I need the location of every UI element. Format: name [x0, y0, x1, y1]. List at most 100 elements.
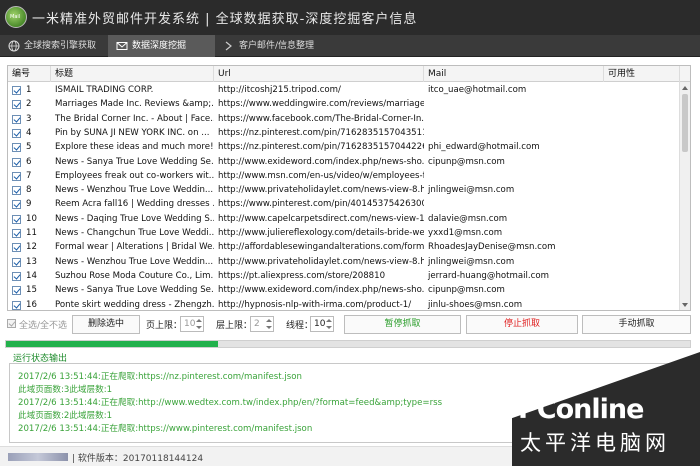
cell-title: Explore these ideas and much more!... [55, 142, 214, 153]
cell-url: http://www.capelcarpetsdirect.com/news-v… [218, 213, 424, 224]
row-checkbox[interactable] [12, 214, 21, 224]
row-checkbox[interactable] [12, 200, 21, 210]
table-row[interactable]: 5 Explore these ideas and much more!... ht… [8, 140, 680, 154]
cell-url: https://www.facebook.com/The-Bridal-Corn… [218, 113, 424, 124]
cell-mail: dalavie@msn.com [428, 213, 508, 224]
layer-limit-spinner[interactable]: 2 [250, 316, 274, 332]
pause-crawl-button[interactable]: 暂停抓取 [344, 315, 461, 334]
table-row[interactable]: 6 News - Sanya True Love Wedding Se... htt… [8, 155, 680, 169]
cell-mail [424, 97, 604, 111]
table-row[interactable]: 15 News - Sanya True Love Wedding Se... ht… [8, 283, 680, 297]
cell-id: 11 [26, 228, 37, 238]
row-checkbox[interactable] [12, 243, 21, 253]
cell-id: 6 [26, 156, 32, 167]
cell-avail [604, 140, 680, 154]
tab-label: 全球搜索引擎获取 [24, 41, 97, 51]
table-row[interactable]: 4 Pin by SUNA JI NEW YORK INC. on ... http… [8, 126, 680, 140]
scroll-down-icon[interactable] [682, 303, 688, 307]
cell-avail [604, 298, 680, 311]
spinner-arrows-icon[interactable] [266, 318, 272, 330]
cell-mail: jinlu-shoes@msn.com [428, 299, 523, 310]
chevron-right-icon [225, 41, 232, 51]
tab-label: 数据深度挖掘 [132, 41, 187, 51]
tab-deep-mining[interactable]: 数据深度挖掘 [108, 35, 215, 57]
cell-mail: yxxd1@msn.com [428, 228, 503, 238]
cell-url: http://www.exideword.com/index.php/news-… [218, 156, 424, 167]
table-scrollbar[interactable] [679, 82, 690, 310]
table-row[interactable]: 3 The Bridal Corner Inc. - About | Face..… [8, 112, 680, 126]
delete-selected-button[interactable]: 删除选中 [72, 315, 140, 334]
cell-mail: jerrard-huang@hotmail.com [428, 270, 550, 281]
table-row[interactable]: 11 News - Changchun True Love Weddi... htt… [8, 226, 680, 240]
table-row[interactable]: 8 News - Wenzhou True Love Weddin... http:… [8, 183, 680, 197]
manual-crawl-button[interactable]: 手动抓取 [582, 315, 691, 334]
layer-limit-label: 层上限： [216, 321, 253, 331]
table-row[interactable]: 12 Formal wear | Alterations | Bridal We.… [8, 240, 680, 254]
table-row[interactable]: 14 Suzhou Rose Moda Couture Co., Lim... ht… [8, 269, 680, 283]
cell-id: 10 [26, 213, 37, 224]
row-checkbox[interactable] [12, 86, 21, 95]
crawl-progress-bar [5, 340, 691, 348]
cell-mail [424, 197, 604, 211]
page-limit-spinner[interactable]: 10 [180, 316, 204, 332]
cell-avail [604, 112, 680, 126]
table-row[interactable]: 10 News - Daqing True Love Wedding S... ht… [8, 212, 680, 226]
threads-spinner[interactable]: 10 [310, 316, 334, 332]
cell-mail [424, 112, 604, 126]
spinner-arrows-icon[interactable] [196, 318, 202, 330]
column-header-mail[interactable]: Mail [424, 66, 604, 82]
tab-customer-mail[interactable]: 客户邮件/信息整理 [215, 35, 327, 57]
cell-url: https://pt.aliexpress.com/store/208810 [218, 270, 386, 281]
table-row[interactable]: 2 Marriages Made Inc. Reviews &amp;... htt… [8, 97, 680, 111]
scroll-up-icon[interactable] [682, 86, 688, 90]
globe-icon [8, 40, 20, 52]
cell-avail [604, 240, 680, 254]
cell-title: News - Daqing True Love Wedding S... [55, 213, 214, 224]
table-row[interactable]: 1 ISMAIL TRADING CORP. http://itcoshj215.t… [8, 83, 680, 97]
table-row[interactable]: 13 News - Wenzhou True Love Weddin... http… [8, 255, 680, 269]
cell-url: http://www.msn.com/en-us/video/w/employe… [218, 170, 424, 181]
row-checkbox[interactable] [12, 186, 21, 196]
pconline-watermark: PConline 太平洋电脑网 [512, 352, 700, 466]
column-header-title[interactable]: 标题 [51, 66, 214, 82]
stop-crawl-button[interactable]: 停止抓取 [466, 315, 578, 334]
cell-title: Ponte skirt wedding dress - Zhengzh... [55, 299, 214, 310]
row-checkbox[interactable] [12, 229, 21, 238]
scroll-thumb[interactable] [682, 94, 688, 152]
cell-id: 4 [26, 127, 32, 138]
row-checkbox[interactable] [12, 286, 21, 296]
cell-title: News - Changchun True Love Weddi... [55, 228, 214, 238]
table-row[interactable]: 7 Employees freak out co-workers wit... ht… [8, 169, 680, 183]
column-header-id[interactable]: 编号 [8, 66, 51, 82]
log-line: 此域页面数:3此域层数:1 [18, 385, 113, 395]
cell-avail [604, 283, 680, 297]
row-checkbox[interactable] [12, 114, 21, 124]
cell-avail [604, 83, 680, 97]
cell-title: Pin by SUNA JI NEW YORK INC. on ... [55, 127, 210, 138]
row-checkbox[interactable] [12, 271, 21, 281]
row-checkbox[interactable] [12, 143, 21, 153]
table-row[interactable]: 9 Reem Acra fall16 | Wedding dresses ... h… [8, 197, 680, 211]
log-line: 2017/2/6 13:51:44:正在爬取:https://www.pinte… [18, 424, 313, 434]
row-checkbox[interactable] [12, 157, 21, 167]
table-row[interactable]: 16 Ponte skirt wedding dress - Zhengzh...… [8, 298, 680, 311]
row-checkbox[interactable] [12, 171, 21, 181]
row-checkbox[interactable] [12, 128, 21, 138]
watermark-logo: PConline [518, 394, 644, 425]
tab-global-search[interactable]: 全球搜索引擎获取 [0, 35, 108, 57]
cell-id: 2 [26, 99, 32, 110]
column-header-url[interactable]: Url [214, 66, 424, 82]
cell-id: 16 [26, 299, 37, 310]
row-checkbox[interactable] [12, 257, 21, 267]
column-header-availability[interactable]: 可用性 [604, 66, 680, 82]
row-checkbox[interactable] [12, 300, 21, 310]
log-line: 此域页面数:2此域层数:1 [18, 411, 113, 421]
table-header: 编号 标题 Url Mail 可用性 [8, 66, 690, 82]
cell-id: 7 [26, 170, 32, 181]
row-checkbox[interactable] [12, 100, 21, 110]
cell-title: News - Wenzhou True Love Weddin... [55, 256, 214, 267]
spinner-arrows-icon[interactable] [326, 318, 332, 330]
cell-title: Formal wear | Alterations | Bridal We... [55, 242, 214, 253]
control-bar: 全选/全不选 删除选中 页上限： 10 层上限： 2 线程： 10 暂停抓取 停… [0, 312, 700, 336]
cell-id: 1 [26, 85, 32, 95]
